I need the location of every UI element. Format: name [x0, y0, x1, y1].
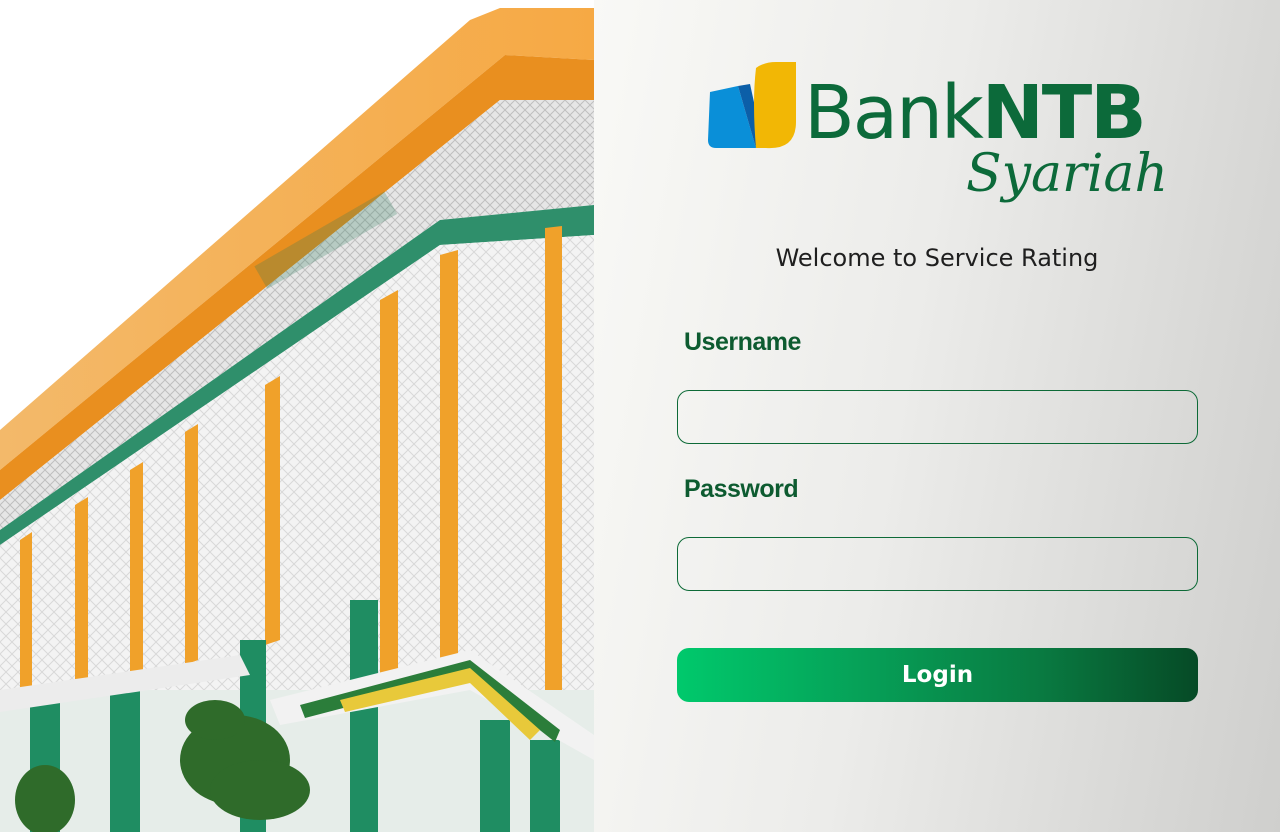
- building-photo: [0, 0, 594, 832]
- logo-syariah-text: Syariah: [966, 144, 1168, 204]
- password-input[interactable]: [677, 537, 1198, 591]
- logo-wordmark: BankNTB: [804, 76, 1147, 150]
- login-panel: BankNTB Syariah Welcome to Service Ratin…: [594, 0, 1280, 832]
- bank-building-illustration: [0, 0, 594, 832]
- logo-bank-text: Bank: [804, 70, 984, 156]
- password-label: Password: [684, 475, 799, 503]
- bank-logo: BankNTB Syariah: [704, 60, 1174, 220]
- welcome-heading: Welcome to Service Rating: [775, 244, 1099, 272]
- login-button[interactable]: Login: [677, 648, 1198, 702]
- username-input[interactable]: [677, 390, 1198, 444]
- username-label: Username: [684, 328, 801, 356]
- logo-mark-icon: [708, 62, 796, 149]
